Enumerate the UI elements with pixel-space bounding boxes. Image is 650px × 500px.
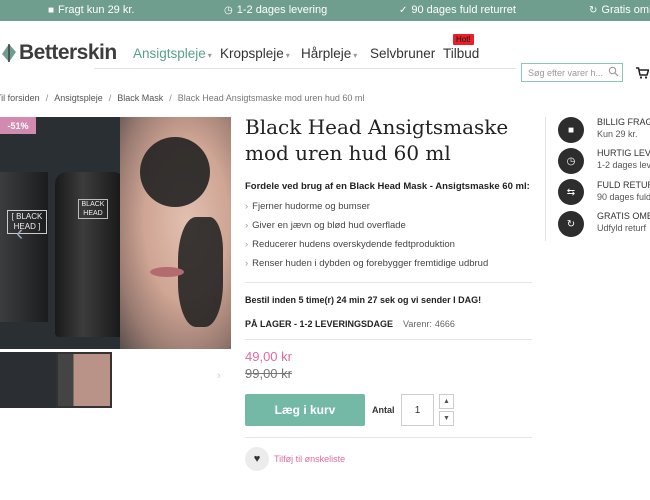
divider	[245, 282, 532, 283]
logo-text: Betterskin	[19, 41, 117, 64]
return-icon: ⇆	[558, 179, 584, 205]
divider	[245, 437, 532, 438]
nav-item-tilbud[interactable]: Tilbud	[443, 46, 479, 61]
old-price: 99,00 kr	[245, 366, 292, 381]
shipping-deadline: Bestil inden 5 time(r) 24 min 27 sek og …	[245, 295, 482, 305]
sku-label: Varenr:	[403, 319, 432, 329]
nav-item-haarpleje[interactable]: Hårpleje ▾	[301, 46, 357, 61]
top-usp-bar: ■ Fragt kun 29 kr. ◷ 1-2 dages levering ✓ 9…	[0, 0, 650, 21]
breadcrumb-black-mask[interactable]: Black Mask	[117, 93, 163, 103]
topbar-exchange-text: Gratis omby	[601, 4, 650, 16]
check-icon: ✓	[399, 5, 408, 16]
stock-status: PÅ LAGER - 1-2 LEVERINGSDAGE Varenr: 4666	[245, 319, 455, 329]
nav-item-kropspleje[interactable]: Kropspleje ▾	[220, 46, 290, 61]
gallery-thumbnail-active[interactable]	[56, 352, 112, 408]
chevron-right-icon: ›	[245, 239, 249, 250]
add-to-wishlist-link[interactable]: Tilføj til ønskeliste	[274, 454, 345, 464]
topbar-item-returns: ✓ 90 dages fuld returret	[399, 4, 516, 16]
gallery-thumbnail[interactable]	[0, 352, 56, 408]
usp-title: GRATIS OMB	[597, 211, 650, 221]
nav-label: Kropspleje	[220, 46, 284, 61]
stock-text: PÅ LAGER - 1-2 LEVERINGSDAGE	[245, 319, 394, 329]
benefit-item: › Giver en jævn og blød hud overflade	[245, 220, 406, 231]
product-title: Black Head Ansigtsmaske mod uren hud 60 …	[245, 115, 509, 165]
breadcrumb-sep: /	[169, 93, 172, 103]
usp-sub: 90 dages fuld	[597, 192, 650, 202]
quantity-increase-icon[interactable]: ▲	[439, 394, 454, 409]
benefit-text: Giver en jævn og blød hud overflade	[252, 220, 406, 231]
breadcrumb-sep: /	[108, 93, 112, 103]
topbar-item-shipping: ■ Fragt kun 29 kr.	[48, 4, 134, 16]
benefit-item: › Fjerner hudorme og bumser	[245, 201, 370, 212]
breadcrumb-sep: /	[45, 93, 49, 103]
logo[interactable]: Betterskin	[0, 40, 117, 66]
usp-sub: Udfyld returf	[597, 223, 647, 233]
cart-icon[interactable]	[636, 67, 649, 79]
clock-icon: ◷	[224, 5, 233, 16]
logo-leaf-icon	[0, 42, 18, 64]
topbar-returns-text: 90 dages fuld returret	[411, 4, 516, 16]
site-header: Betterskin Ansigtspleje ▾ Kropspleje ▾ Hår…	[0, 21, 650, 82]
clock-icon: ◷	[558, 148, 584, 174]
product-tube-label: BLACK HEAD	[78, 199, 108, 219]
benefit-text: Fjerner hudorme og bumser	[252, 201, 370, 212]
usp-title: HURTIG LEVE	[597, 148, 650, 158]
discount-badge: -51%	[0, 117, 36, 134]
truck-icon: ■	[48, 5, 55, 16]
divider	[245, 339, 532, 340]
heart-icon[interactable]: ♥	[245, 447, 269, 471]
usp-divider	[545, 117, 546, 241]
topbar-item-delivery: ◷ 1-2 dages levering	[224, 4, 327, 16]
exchange-icon: ↻	[558, 211, 584, 237]
usp-title: FULD RETURR	[597, 180, 650, 190]
chevron-right-icon: ›	[245, 258, 249, 269]
breadcrumb-home[interactable]: Til forsiden	[0, 93, 40, 103]
quantity-label: Antal	[372, 405, 395, 415]
topbar-delivery-text: 1-2 dages levering	[236, 4, 328, 16]
search-input[interactable]: Søg efter varer h...	[521, 63, 623, 82]
quantity-input[interactable]: 1	[401, 394, 434, 426]
product-tube	[55, 172, 125, 337]
current-price: 49,00 kr	[245, 349, 292, 364]
product-box-label: [ BLACK HEAD ]	[7, 210, 47, 234]
sku-value: 4666	[434, 319, 455, 329]
mask-patch	[140, 137, 210, 207]
nav-divider	[94, 68, 516, 69]
quantity-decrease-icon[interactable]: ▼	[439, 411, 454, 426]
model-lips	[150, 267, 184, 277]
nav-item-ansigtspleje[interactable]: Ansigtspleje ▾	[133, 46, 212, 61]
benefit-item: › Renser huden i dybden og forebygger fre…	[245, 258, 488, 269]
chevron-right-icon: ›	[245, 201, 249, 212]
hot-badge: Hot!	[453, 34, 474, 45]
breadcrumb-current: Black Head Ansigtsmaske mod uren hud 60 …	[177, 93, 365, 103]
product-box	[0, 172, 48, 322]
benefit-text: Renser huden i dybden og forebygger frem…	[252, 258, 489, 269]
chevron-down-icon: ▾	[207, 51, 212, 60]
truck-icon: ■	[558, 117, 584, 143]
benefits-heading: Fordele ved brug af en Black Head Mask -…	[245, 181, 530, 192]
chevron-down-icon: ▾	[353, 51, 358, 60]
benefit-item: › Reducerer hudens overskydende fedtprodu…	[245, 239, 455, 250]
thumbnail-next-arrow-icon[interactable]: ›	[217, 370, 221, 382]
mask-patch	[178, 217, 223, 327]
nav-item-selvbruner[interactable]: Selvbruner	[370, 46, 435, 61]
search-icon[interactable]	[608, 66, 619, 77]
breadcrumb-ansigtspleje[interactable]: Ansigtspleje	[54, 93, 103, 103]
refresh-icon: ↻	[589, 5, 598, 16]
chevron-right-icon: ›	[245, 220, 249, 231]
topbar-shipping-text: Fragt kun 29 kr.	[58, 4, 135, 16]
usp-sub: Kun 29 kr.	[597, 129, 638, 139]
product-main-image[interactable]: [ BLACK HEAD ] BLACK HEAD ‹	[0, 117, 231, 349]
topbar-item-exchange: ↻Gratis omby	[589, 4, 650, 16]
search-placeholder: Søg efter varer h...	[528, 68, 604, 78]
benefit-text: Reducerer hudens overskydende fedtproduk…	[252, 239, 455, 250]
chevron-down-icon: ▾	[285, 51, 290, 60]
breadcrumb: Til forsiden / Ansigtspleje / Black Mask / Bla…	[0, 93, 364, 103]
usp-sub: 1-2 dages lev	[597, 160, 650, 170]
gallery-prev-arrow-icon[interactable]: ‹	[16, 220, 23, 246]
nav-label: Hårpleje	[301, 46, 352, 61]
nav-label: Ansigtspleje	[133, 46, 206, 61]
add-to-cart-button[interactable]: Læg i kurv	[245, 394, 365, 426]
usp-title: BILLIG FRAGT	[597, 117, 650, 127]
